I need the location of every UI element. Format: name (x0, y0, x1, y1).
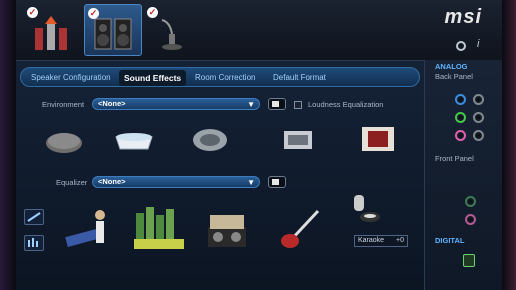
equalizer-toggle[interactable] (268, 176, 286, 188)
karaoke-label: Karaoke (358, 237, 385, 244)
environment-label: Environment (42, 100, 85, 109)
microphone-icon (161, 19, 182, 50)
environment-select[interactable]: <None> ▼ (92, 98, 260, 110)
equalizer-label: Equalizer (56, 178, 88, 187)
front-jack-pink[interactable] (465, 214, 476, 225)
karaoke-value: +0 (396, 237, 404, 244)
equalizer-value: <None> (98, 177, 126, 186)
equalizer-bars-icon (28, 238, 38, 247)
tab-room-correction[interactable]: Room Correction (195, 70, 255, 86)
connector-panel: i ANALOG Back Panel Front Panel DIGITAL (424, 38, 502, 290)
device-speakers[interactable]: ✓ (84, 4, 142, 56)
front-panel-label: Front Panel (435, 154, 474, 163)
speakers-icon (94, 18, 132, 50)
loudness-label: Loudness Equalization (308, 100, 384, 109)
digital-port[interactable] (463, 254, 475, 267)
desktop-edge-right (502, 0, 516, 290)
dropdown-arrow-icon: ▼ (247, 178, 255, 187)
device-line-out[interactable]: ✓ (24, 4, 82, 56)
analog-title: ANALOG (435, 62, 468, 71)
bathtub-icon[interactable] (112, 125, 156, 155)
loudness-checkbox[interactable] (294, 101, 302, 109)
desktop-edge-left (0, 0, 16, 290)
environment-value: <None> (98, 99, 126, 108)
karaoke-mic-icon[interactable] (348, 191, 384, 231)
club-icon[interactable] (204, 209, 250, 251)
equalizer-select[interactable]: <None> ▼ (92, 176, 260, 188)
dropdown-arrow-icon: ▼ (247, 100, 255, 109)
info-icon[interactable]: i (477, 38, 479, 50)
back-jack-gray-2[interactable] (473, 112, 484, 123)
karaoke-stepper[interactable]: Karaoke +0 (354, 235, 408, 247)
back-jack-pink[interactable] (455, 130, 466, 141)
live-concert-icon[interactable] (132, 203, 186, 253)
mode-equalizer-button[interactable] (24, 235, 44, 251)
environment-toggle[interactable] (268, 98, 286, 110)
rock-guitar-icon[interactable] (278, 207, 324, 251)
tab-speaker-configuration[interactable]: Speaker Configuration (31, 70, 111, 86)
msi-logo: msi (444, 6, 482, 28)
sewer-icon[interactable] (44, 127, 84, 155)
app-window: ✓ ✓ ✓ msi Speaker Configuration Sound Ef… (0, 0, 516, 290)
guitar-small-icon (27, 212, 41, 222)
auditorium-icon[interactable] (358, 123, 398, 155)
back-panel-label: Back Panel (435, 72, 473, 81)
mode-guitar-button[interactable] (24, 209, 44, 225)
back-jack-gray-3[interactable] (473, 130, 484, 141)
arena-icon[interactable] (278, 125, 318, 155)
device-strip: ✓ ✓ ✓ msi (16, 0, 502, 60)
back-jack-blue[interactable] (455, 94, 466, 105)
pop-keyboard-icon[interactable] (64, 207, 114, 253)
back-jack-gray-1[interactable] (473, 94, 484, 105)
stone-corridor-icon[interactable] (190, 125, 230, 155)
device-microphone[interactable]: ✓ (144, 4, 202, 56)
gear-icon[interactable] (455, 40, 467, 52)
tab-bar: Speaker Configuration Sound Effects Room… (20, 67, 420, 87)
digital-title: DIGITAL (435, 236, 465, 245)
tab-default-format[interactable]: Default Format (273, 70, 326, 86)
tab-sound-effects[interactable]: Sound Effects (119, 70, 187, 86)
rca-plugs-icon (35, 16, 67, 50)
main-panel: Speaker Configuration Sound Effects Room… (16, 60, 424, 290)
front-jack-green[interactable] (465, 196, 476, 207)
back-jack-green[interactable] (455, 112, 466, 123)
